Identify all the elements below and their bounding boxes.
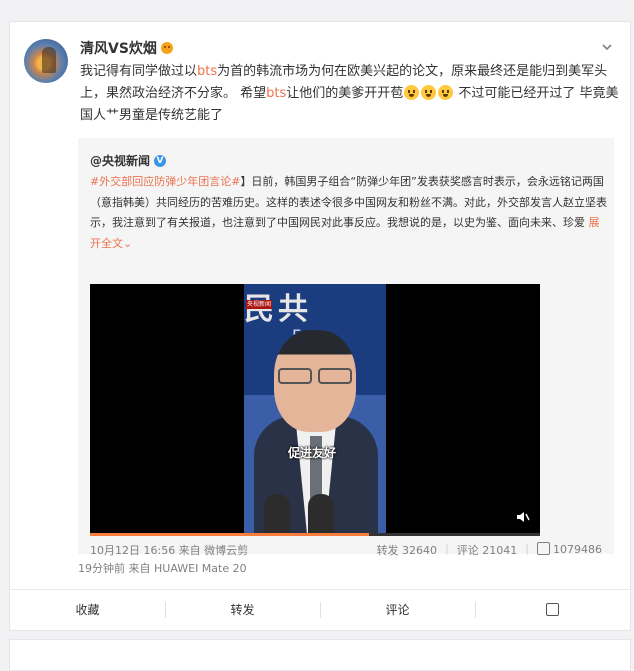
original-comment-count[interactable]: 评论 21041 bbox=[457, 542, 518, 558]
repost-button[interactable]: 转发 bbox=[165, 590, 320, 630]
thumb-up-icon bbox=[546, 603, 559, 616]
mention-bts: bts bbox=[197, 64, 218, 79]
favorite-button[interactable]: 收藏 bbox=[10, 590, 165, 630]
original-actions: 转发 32640 | 评论 21041 | 1079486 bbox=[377, 542, 602, 558]
emoji-icon bbox=[421, 85, 437, 100]
original-text: #外交部回应防弹少年团言论#】日前，韩国男子组合“防弹少年团”发表获奖感言时表示… bbox=[90, 172, 608, 254]
microphone bbox=[308, 494, 334, 536]
original-like-count[interactable]: 1079486 bbox=[553, 543, 602, 556]
emoji-icon bbox=[404, 85, 420, 100]
action-bar: 收藏 转发 评论 bbox=[10, 589, 630, 630]
original-author-name[interactable]: @央视新闻 bbox=[90, 152, 150, 169]
original-like[interactable]: 1079486 bbox=[537, 542, 602, 558]
vip-badge-icon bbox=[160, 42, 173, 54]
verified-icon: V bbox=[154, 154, 167, 167]
mute-icon[interactable] bbox=[516, 510, 530, 524]
expand-arrow-icon[interactable]: ⌄ bbox=[123, 237, 132, 250]
next-post-card bbox=[9, 639, 631, 671]
video-frame: 民共 F o 促进友好 央视新闻 bbox=[244, 284, 386, 536]
post-text: 我记得有同学做过以bts为首的韩流市场为何在欧美兴起的论文，原来最终还是能归到美… bbox=[80, 61, 620, 127]
avatar[interactable] bbox=[24, 39, 68, 83]
post-text-part: 让他们的美爹开开苞 bbox=[286, 86, 404, 101]
chevron-down-icon[interactable] bbox=[600, 40, 614, 54]
original-repost-count[interactable]: 转发 32640 bbox=[377, 542, 438, 558]
username-text[interactable]: 清风VS炊烟 bbox=[80, 38, 157, 58]
mention-bts: bts bbox=[266, 86, 287, 101]
topic-link[interactable]: #外交部回应防弹少年团言论# bbox=[90, 175, 240, 188]
thumb-up-icon bbox=[537, 542, 550, 555]
video-progress-fill bbox=[90, 533, 369, 536]
separator: | bbox=[525, 542, 529, 555]
reposted-content[interactable]: @央视新闻 V #外交部回应防弹少年团言论#】日前，韩国男子组合“防弹少年团”发… bbox=[78, 138, 614, 557]
separator: | bbox=[445, 542, 449, 555]
comment-button[interactable]: 评论 bbox=[320, 590, 475, 630]
original-meta[interactable]: 10月12日 16:56 来自 微博云剪 bbox=[90, 542, 248, 558]
post-username[interactable]: 清风VS炊烟 bbox=[80, 38, 173, 58]
cctv-logo: 央视新闻 bbox=[246, 300, 273, 309]
post-text-part: 我记得有同学做过以 bbox=[80, 64, 198, 79]
video-player[interactable]: 民共 F o 促进友好 央视新闻 bbox=[90, 284, 540, 536]
original-author[interactable]: @央视新闻 V bbox=[90, 152, 167, 169]
video-caption: 促进友好 bbox=[288, 446, 337, 460]
weibo-card: 清风VS炊烟 我记得有同学做过以bts为首的韩流市场为何在欧美兴起的论文，原来最… bbox=[9, 21, 631, 631]
post-meta: 19分钟前 来自 HUAWEI Mate 20 bbox=[78, 562, 247, 575]
video-progress-bar[interactable] bbox=[90, 533, 540, 536]
emoji-icon bbox=[438, 85, 454, 100]
speaker-glasses bbox=[278, 368, 352, 384]
microphone bbox=[264, 494, 290, 536]
like-button[interactable] bbox=[475, 590, 630, 630]
